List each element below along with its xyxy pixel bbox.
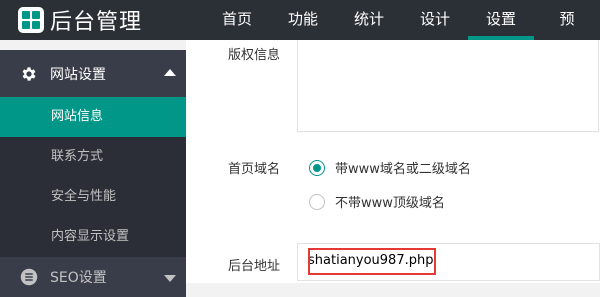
sidebar-item-site-info[interactable]: 网站信息: [0, 97, 186, 137]
sidebar-group-label: 网站设置: [50, 66, 106, 83]
sidebar-item-contact[interactable]: 联系方式: [0, 137, 186, 177]
sidebar-group-site-settings[interactable]: 网站设置: [0, 50, 186, 97]
radio-checked-icon: [309, 159, 325, 176]
settings-form: 版权信息 首页域名 带www域名或二级域名 不带www顶级域名 后台地址 sha…: [186, 40, 600, 283]
nav-item-preview[interactable]: 预: [534, 0, 600, 40]
top-navbar: 后台管理 首页 功能 统计 设计 设置 预: [0, 0, 600, 40]
domain-label: 首页域名: [228, 162, 281, 177]
main-nav: 首页 功能 统计 设计 设置 预: [204, 0, 600, 40]
grid-logo-icon: [18, 7, 44, 33]
radio-label: 不带www顶级域名: [335, 196, 445, 211]
nav-item-settings[interactable]: 设置: [468, 0, 534, 40]
nav-item-design[interactable]: 设计: [402, 0, 468, 40]
copyright-textarea[interactable]: [297, 40, 599, 132]
brand[interactable]: 后台管理: [18, 5, 142, 35]
copyright-label: 版权信息: [228, 48, 281, 63]
chevron-down-icon: [164, 275, 176, 282]
admin-url-label: 后台地址: [228, 259, 281, 274]
sidebar-group-label: SEO设置: [50, 270, 107, 286]
radio-label: 带www域名或二级域名: [335, 162, 471, 177]
nav-item-stats[interactable]: 统计: [336, 0, 402, 40]
app-title: 后台管理: [50, 10, 143, 35]
sidebar: 网站设置 网站信息 联系方式 安全与性能 内容显示设置 SEO设置: [0, 50, 186, 297]
chevron-up-icon: [164, 68, 176, 76]
sidebar-item-content-display[interactable]: 内容显示设置: [0, 217, 186, 257]
sidebar-item-security[interactable]: 安全与性能: [0, 177, 186, 217]
radio-without-www[interactable]: 不带www顶级域名: [309, 192, 445, 211]
highlight-box: [308, 248, 436, 275]
nav-item-home[interactable]: 首页: [204, 0, 270, 40]
gear-icon: [22, 66, 36, 81]
sidebar-group-seo[interactable]: SEO设置: [0, 257, 186, 297]
list-icon: [20, 268, 38, 286]
sidebar-submenu: 网站信息 联系方式 安全与性能 内容显示设置: [0, 97, 186, 257]
radio-with-www[interactable]: 带www域名或二级域名: [309, 158, 471, 177]
nav-item-features[interactable]: 功能: [270, 0, 336, 40]
radio-unchecked-icon: [309, 193, 325, 210]
